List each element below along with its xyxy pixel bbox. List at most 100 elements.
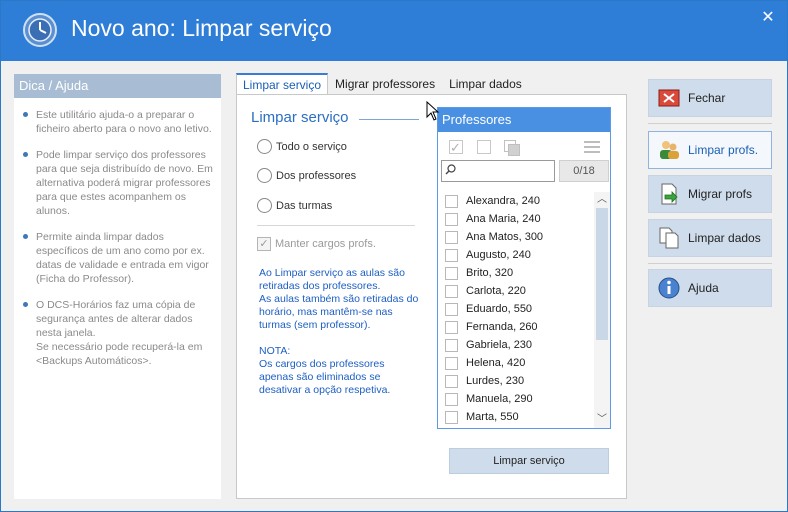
radio-das-turmas[interactable]: Das turmas	[257, 198, 332, 213]
menu-icon[interactable]	[584, 141, 600, 153]
item-label: Ana Maria, 240	[466, 213, 541, 225]
list-item[interactable]: Carlota, 220	[438, 282, 610, 300]
list-item[interactable]: Eduardo, 550	[438, 300, 610, 318]
list-item[interactable]: Marta, 550	[438, 408, 610, 426]
list-item[interactable]: Augusto, 240	[438, 246, 610, 264]
list-item[interactable]: Ana Matos, 300	[438, 228, 610, 246]
help-item: Permite ainda limpar dados específicos d…	[22, 230, 213, 286]
migrar-profs-button[interactable]: Migrar profs	[648, 175, 772, 213]
search-input[interactable]	[441, 160, 555, 182]
section-title: Limpar serviço	[251, 109, 349, 126]
item-label: Fernanda, 260	[466, 321, 538, 333]
tab-panel-limpar-servico: Limpar serviço Todo o serviço Dos profes…	[236, 94, 627, 499]
help-list: Este utilitário ajuda-o a preparar o fic…	[14, 98, 221, 368]
copy-document-icon	[659, 227, 679, 249]
mouse-cursor-icon	[426, 101, 440, 121]
info-text: Ao Limpar serviço as aulas são retiradas…	[259, 267, 419, 396]
tab-bar: Limpar serviço Migrar professores Limpar…	[236, 73, 529, 95]
list-item[interactable]: Lurdes, 230	[438, 372, 610, 390]
side-divider	[648, 263, 772, 264]
item-checkbox[interactable]	[445, 266, 458, 280]
document-arrow-icon	[661, 183, 678, 205]
item-checkbox[interactable]	[445, 230, 458, 244]
item-checkbox[interactable]	[445, 248, 458, 262]
list-item[interactable]: Fernanda, 260	[438, 318, 610, 336]
professores-list: Alexandra, 240 Ana Maria, 240 Ana Matos,…	[438, 192, 610, 428]
item-label: Manuela, 290	[466, 393, 533, 405]
section-divider	[359, 119, 419, 120]
search-row: 0/18	[441, 160, 609, 184]
item-label: Lurdes, 230	[466, 375, 525, 387]
tab-limpar-servico[interactable]: Limpar serviço	[236, 73, 329, 95]
close-icon[interactable]: ✕	[757, 7, 779, 29]
select-none-icon[interactable]	[477, 140, 491, 154]
item-checkbox[interactable]	[445, 302, 458, 316]
limpar-servico-button[interactable]: Limpar serviço	[449, 448, 609, 474]
limpar-dados-button[interactable]: Limpar dados	[648, 219, 772, 257]
item-label: Alexandra, 240	[466, 195, 540, 207]
scroll-up-icon[interactable]: ︿	[594, 192, 610, 208]
help-header: Dica / Ajuda	[14, 74, 221, 98]
item-checkbox[interactable]	[445, 410, 458, 424]
select-all-icon[interactable]: ✓	[449, 140, 463, 155]
item-label: Helena, 420	[466, 357, 526, 369]
item-label: Augusto, 240	[466, 249, 531, 261]
item-label: Brito, 320	[466, 267, 514, 279]
manter-cargos-checkbox[interactable]: ✓ Manter cargos profs.	[257, 237, 376, 251]
item-checkbox[interactable]	[445, 320, 458, 334]
search-icon	[445, 164, 456, 175]
item-checkbox[interactable]	[445, 338, 458, 352]
help-item: Pode limpar serviço dos professores para…	[22, 148, 213, 218]
list-scrollbar[interactable]: ︿ ﹀	[594, 192, 610, 428]
divider	[257, 225, 415, 226]
item-label: Gabriela, 230	[466, 339, 533, 351]
tab-migrar-professores[interactable]: Migrar professores	[328, 73, 442, 95]
side-divider	[648, 123, 772, 124]
item-checkbox[interactable]	[445, 356, 458, 370]
list-item[interactable]: Gabriela, 230	[438, 336, 610, 354]
item-label: Eduardo, 550	[466, 303, 533, 315]
help-panel: Dica / Ajuda Este utilitário ajuda-o a p…	[14, 74, 221, 499]
list-toolbar: ✓	[438, 132, 610, 160]
item-checkbox[interactable]	[445, 374, 458, 388]
button-label: Fechar	[688, 91, 726, 105]
copy-icon[interactable]	[504, 140, 520, 156]
radio-circle[interactable]	[257, 139, 272, 154]
help-item: Este utilitário ajuda-o a preparar o fic…	[22, 108, 213, 136]
list-item[interactable]: Ana Maria, 240	[438, 210, 610, 228]
radio-todo-servico[interactable]: Todo o serviço	[257, 139, 347, 154]
item-label: Ana Matos, 300	[466, 231, 544, 243]
radio-circle[interactable]	[257, 198, 272, 213]
tab-limpar-dados[interactable]: Limpar dados	[442, 73, 529, 95]
radio-dos-professores[interactable]: Dos professores	[257, 168, 356, 183]
help-item: O DCS-Horários faz uma cópia de seguranç…	[22, 298, 213, 368]
item-checkbox[interactable]	[445, 194, 458, 208]
radio-label: Das turmas	[276, 199, 333, 212]
info-icon	[658, 277, 680, 299]
button-label: Limpar profs.	[688, 143, 759, 157]
item-checkbox[interactable]	[445, 392, 458, 406]
list-item[interactable]: Helena, 420	[438, 354, 610, 372]
limpar-profs-button[interactable]: Limpar profs.	[648, 131, 772, 169]
item-checkbox[interactable]	[445, 284, 458, 298]
close-red-icon	[658, 89, 680, 107]
radio-circle[interactable]	[257, 168, 272, 183]
list-item[interactable]: Brito, 320	[438, 264, 610, 282]
users-icon	[660, 141, 679, 159]
scroll-thumb[interactable]	[596, 208, 608, 340]
scroll-down-icon[interactable]: ﹀	[594, 412, 610, 428]
checkbox-label: Manter cargos profs.	[275, 238, 376, 250]
fechar-button[interactable]: Fechar	[648, 79, 772, 117]
button-label: Migrar profs	[688, 187, 753, 201]
ajuda-button[interactable]: Ajuda	[648, 269, 772, 307]
clock-app-icon	[23, 13, 57, 47]
window-title: Novo ano: Limpar serviço	[71, 15, 332, 41]
checkmark-icon[interactable]: ✓	[257, 237, 271, 251]
professores-header: Professores	[438, 108, 610, 132]
button-label: Ajuda	[688, 281, 719, 295]
item-checkbox[interactable]	[445, 212, 458, 226]
list-item[interactable]: Alexandra, 240	[438, 192, 610, 210]
selection-count: 0/18	[559, 160, 609, 182]
dialog-window: Novo ano: Limpar serviço ✕ Dica / Ajuda …	[0, 0, 788, 512]
list-item[interactable]: Manuela, 290	[438, 390, 610, 408]
